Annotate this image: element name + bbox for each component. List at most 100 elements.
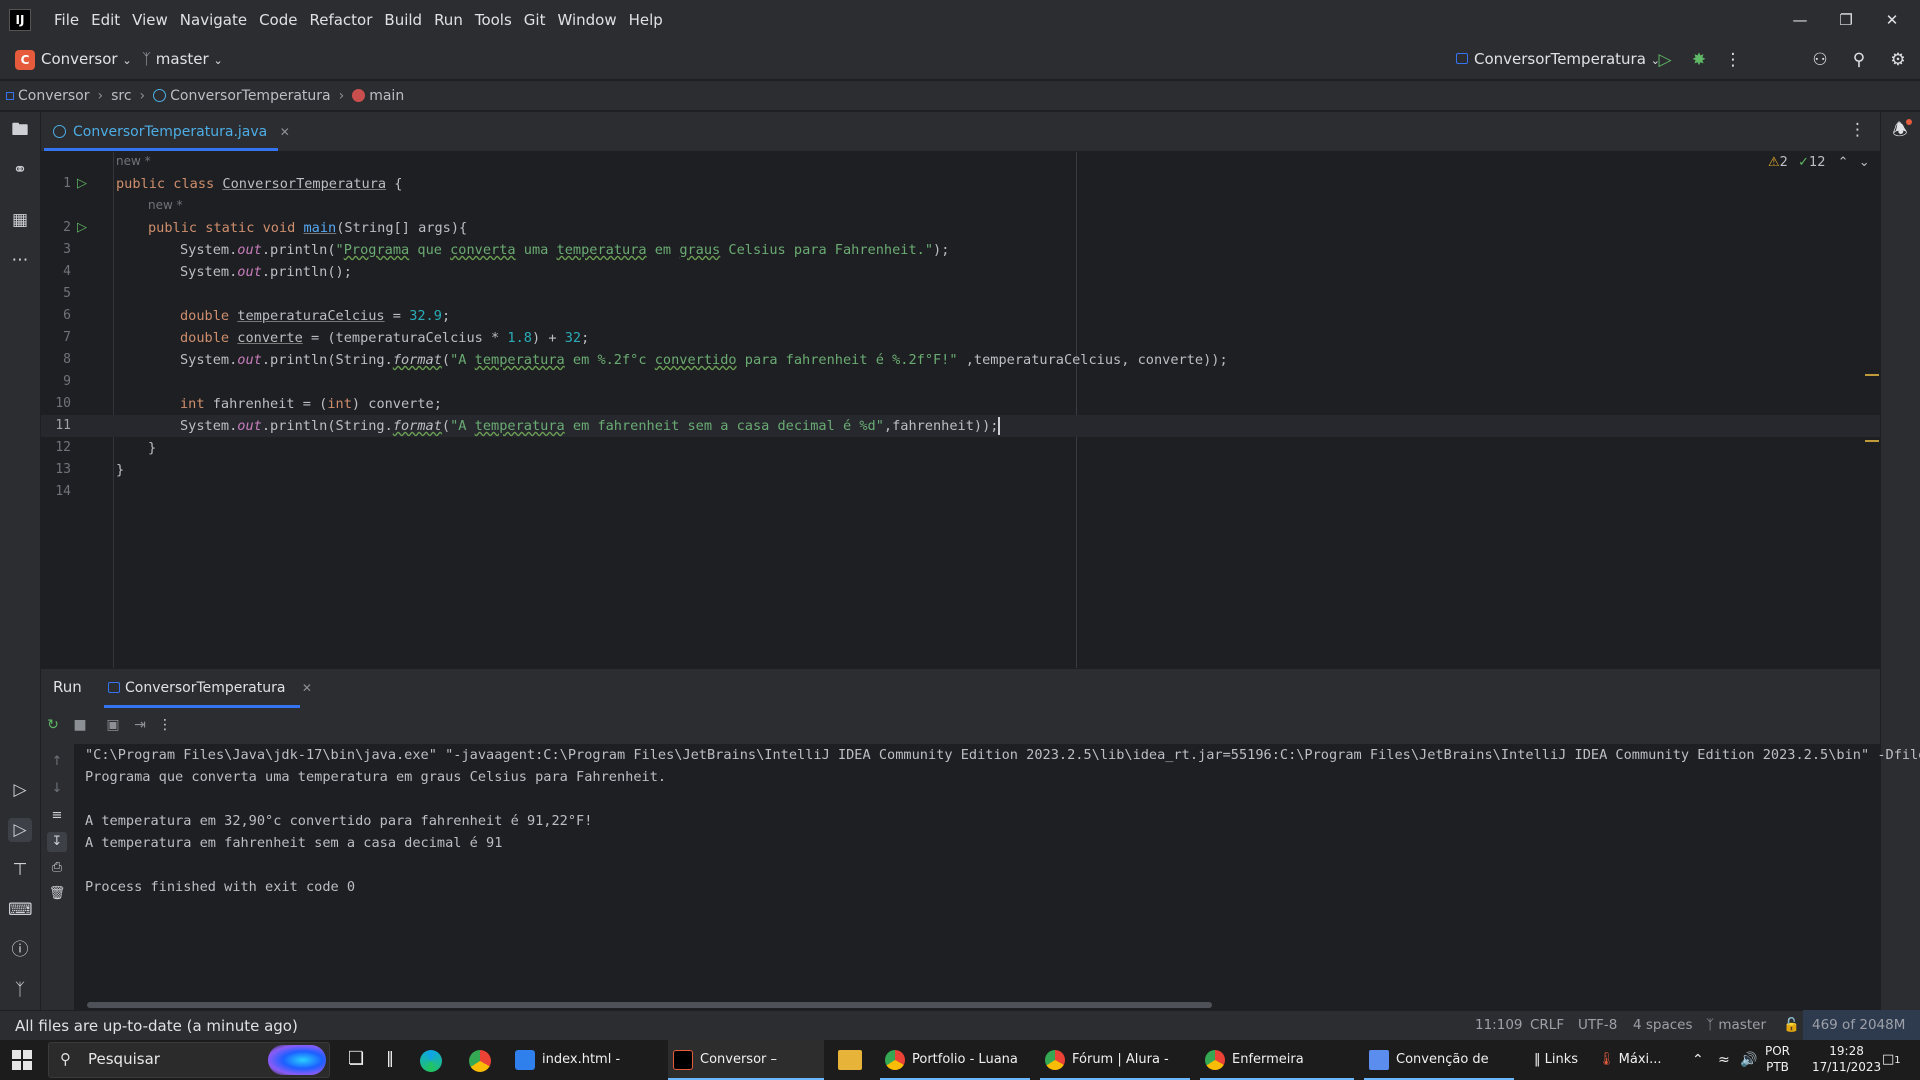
notification-center[interactable]: □1 xyxy=(1882,1040,1901,1080)
chrome-icon[interactable] xyxy=(469,1050,491,1072)
clock[interactable]: 19:28 17/11/2023 xyxy=(1812,1043,1881,1075)
arrow-up-icon[interactable]: ↑ xyxy=(47,752,67,772)
menu-navigate[interactable]: Navigate xyxy=(174,0,253,40)
task-view-icon[interactable]: ❏ xyxy=(348,1048,364,1080)
run-panel-header xyxy=(41,668,1880,708)
vscode-icon xyxy=(515,1050,535,1070)
warning-stripe-marker[interactable] xyxy=(1865,440,1879,442)
tab-conversor-temperatura-java[interactable]: ConversorTemperatura.java ✕ xyxy=(51,112,290,152)
status-branch[interactable]: ᛉ master xyxy=(1706,1017,1766,1033)
line-number: 10 xyxy=(55,396,71,411)
trash-icon[interactable]: 🗑 xyxy=(47,884,67,904)
run-tool-icon[interactable]: ▷ xyxy=(8,818,32,842)
minimize-icon[interactable]: — xyxy=(1777,0,1823,40)
volume-icon[interactable]: 🔊 xyxy=(1740,1040,1757,1080)
run-icon[interactable]: ▷ xyxy=(1653,48,1677,72)
indent-setting[interactable]: 4 spaces xyxy=(1633,1017,1693,1033)
menu-tools[interactable]: Tools xyxy=(469,0,518,40)
camera-icon[interactable]: ▣ xyxy=(103,715,123,735)
menu-run[interactable]: Run xyxy=(428,0,469,40)
menu-edit[interactable]: Edit xyxy=(85,0,126,40)
more-vertical-icon[interactable]: ⋮ xyxy=(1849,120,1866,140)
task-chrome-forum[interactable]: Fórum | Alura - Cur... xyxy=(1040,1040,1190,1080)
line-number: 9 xyxy=(63,374,71,389)
lock-icon[interactable]: 🔓 xyxy=(1783,1017,1800,1033)
search-icon: ⚲ xyxy=(60,1050,71,1068)
menu-code[interactable]: Code xyxy=(253,0,303,40)
chevron-up-icon[interactable]: ⌃ xyxy=(1838,155,1849,170)
breadcrumb-src[interactable]: src xyxy=(111,88,131,104)
inspections-widget[interactable]: ⚠2 ✓12 ⌃ ⌄ xyxy=(1768,155,1870,170)
menu-build[interactable]: Build xyxy=(378,0,428,40)
line-number: 12 xyxy=(55,440,71,455)
run-tab-conversor[interactable]: ConversorTemperatura ✕ xyxy=(106,668,312,708)
breadcrumb-method[interactable]: main xyxy=(369,88,404,104)
project-folder-icon[interactable]: 🖿 xyxy=(8,118,32,142)
structure-icon[interactable]: ▦ xyxy=(8,208,32,232)
add-user-icon[interactable]: ⚇ xyxy=(1808,48,1832,72)
build-hammer-icon[interactable]: ⊤ xyxy=(8,858,32,882)
close-window-icon[interactable]: ✕ xyxy=(1869,0,1915,40)
chrome-icon xyxy=(1045,1050,1065,1070)
memory-indicator[interactable]: 469 of 2048M xyxy=(1803,1010,1920,1040)
stop-icon[interactable]: ■ xyxy=(70,715,90,735)
breadcrumb-project[interactable]: Conversor xyxy=(18,88,89,104)
soft-wrap-icon[interactable]: ≡ xyxy=(47,806,67,826)
scroll-to-end-icon[interactable]: ↧ xyxy=(47,832,67,852)
more-tools-icon[interactable]: ⋯ xyxy=(8,248,32,272)
terminal-icon[interactable]: ⌨ xyxy=(8,898,33,922)
task-chrome-portfolio[interactable]: Portfolio - Luana –... xyxy=(880,1040,1030,1080)
line-separator[interactable]: CRLF xyxy=(1530,1017,1564,1033)
menu-help[interactable]: Help xyxy=(623,0,669,40)
menu-window[interactable]: Window xyxy=(551,0,622,40)
language-indicator[interactable]: POR PTB xyxy=(1765,1043,1790,1075)
close-tab-icon[interactable]: ✕ xyxy=(280,125,290,139)
horizontal-scrollbar[interactable] xyxy=(87,1002,1212,1008)
menu-git[interactable]: Git xyxy=(518,0,552,40)
caret-position[interactable]: 11:109 xyxy=(1475,1017,1523,1033)
show-hidden-icons-icon[interactable]: ⌃ xyxy=(1692,1040,1704,1080)
arrow-down-icon[interactable]: ↓ xyxy=(47,779,67,799)
settings-gear-icon[interactable]: ⚙ xyxy=(1886,48,1910,72)
weather-widget[interactable]: 🌡 Máxi... xyxy=(1598,1040,1662,1080)
more-vertical-icon[interactable]: ⋮ xyxy=(1721,48,1745,72)
console-line: Process finished with exit code 0 xyxy=(85,879,356,895)
chevron-down-icon[interactable]: ⌄ xyxy=(1859,155,1870,170)
project-badge[interactable]: C xyxy=(15,50,35,70)
debug-icon[interactable]: ✸ xyxy=(1687,48,1711,72)
ok-count: 12 xyxy=(1808,155,1826,170)
intellij-logo-icon[interactable]: IJ xyxy=(9,9,31,31)
print-icon[interactable]: ⎙ xyxy=(47,858,67,878)
notifications-bell-icon[interactable]: 🕭 xyxy=(1888,118,1912,142)
rerun-icon[interactable]: ↻ xyxy=(43,715,63,735)
problems-icon[interactable]: ⓘ xyxy=(8,938,32,962)
file-explorer-icon[interactable] xyxy=(838,1050,862,1070)
run-config-selector[interactable]: ConversorTemperatura ⌄ xyxy=(1456,50,1660,68)
breadcrumb-class[interactable]: ConversorTemperatura xyxy=(170,88,330,104)
export-icon[interactable]: ⇥ xyxy=(130,715,150,735)
search-icon[interactable]: ⚲ xyxy=(1847,48,1871,72)
more-vertical-icon[interactable]: ⋮ xyxy=(155,715,175,735)
status-message[interactable]: All files are up-to-date (a minute ago) xyxy=(15,1017,298,1035)
close-tab-icon[interactable]: ✕ xyxy=(302,681,312,695)
warning-stripe-marker[interactable] xyxy=(1865,374,1879,376)
file-encoding[interactable]: UTF-8 xyxy=(1578,1017,1617,1033)
commit-icon[interactable]: ⚭ xyxy=(8,158,32,182)
menu-view[interactable]: View xyxy=(126,0,174,40)
task-vscode[interactable]: index.html - Portfo... xyxy=(510,1040,660,1080)
git-icon[interactable]: ᛉ xyxy=(8,978,32,1002)
network-icon[interactable]: ≈ xyxy=(1718,1040,1730,1080)
task-intellij[interactable]: Conversor – Conve... xyxy=(668,1040,824,1080)
windows-start-icon[interactable] xyxy=(12,1050,32,1070)
task-document[interactable]: Convenção de códi... xyxy=(1364,1040,1514,1080)
edge-browser-icon[interactable] xyxy=(420,1050,442,1072)
menu-file[interactable]: File xyxy=(48,0,85,40)
links-toolbar[interactable]: ‖ Links xyxy=(1534,1040,1578,1080)
restore-icon[interactable]: ❐ xyxy=(1823,0,1869,40)
code-line: 2 public static void main(String[] args){ xyxy=(41,217,1880,239)
menu-refactor[interactable]: Refactor xyxy=(303,0,378,40)
branch-selector[interactable]: ᛉ master ⌄ xyxy=(142,50,223,68)
task-chrome-enfermeira[interactable]: Enfermeira estética ... xyxy=(1200,1040,1354,1080)
project-selector[interactable]: Conversor ⌄ xyxy=(41,50,132,68)
services-icon[interactable]: ▷ xyxy=(8,778,32,802)
